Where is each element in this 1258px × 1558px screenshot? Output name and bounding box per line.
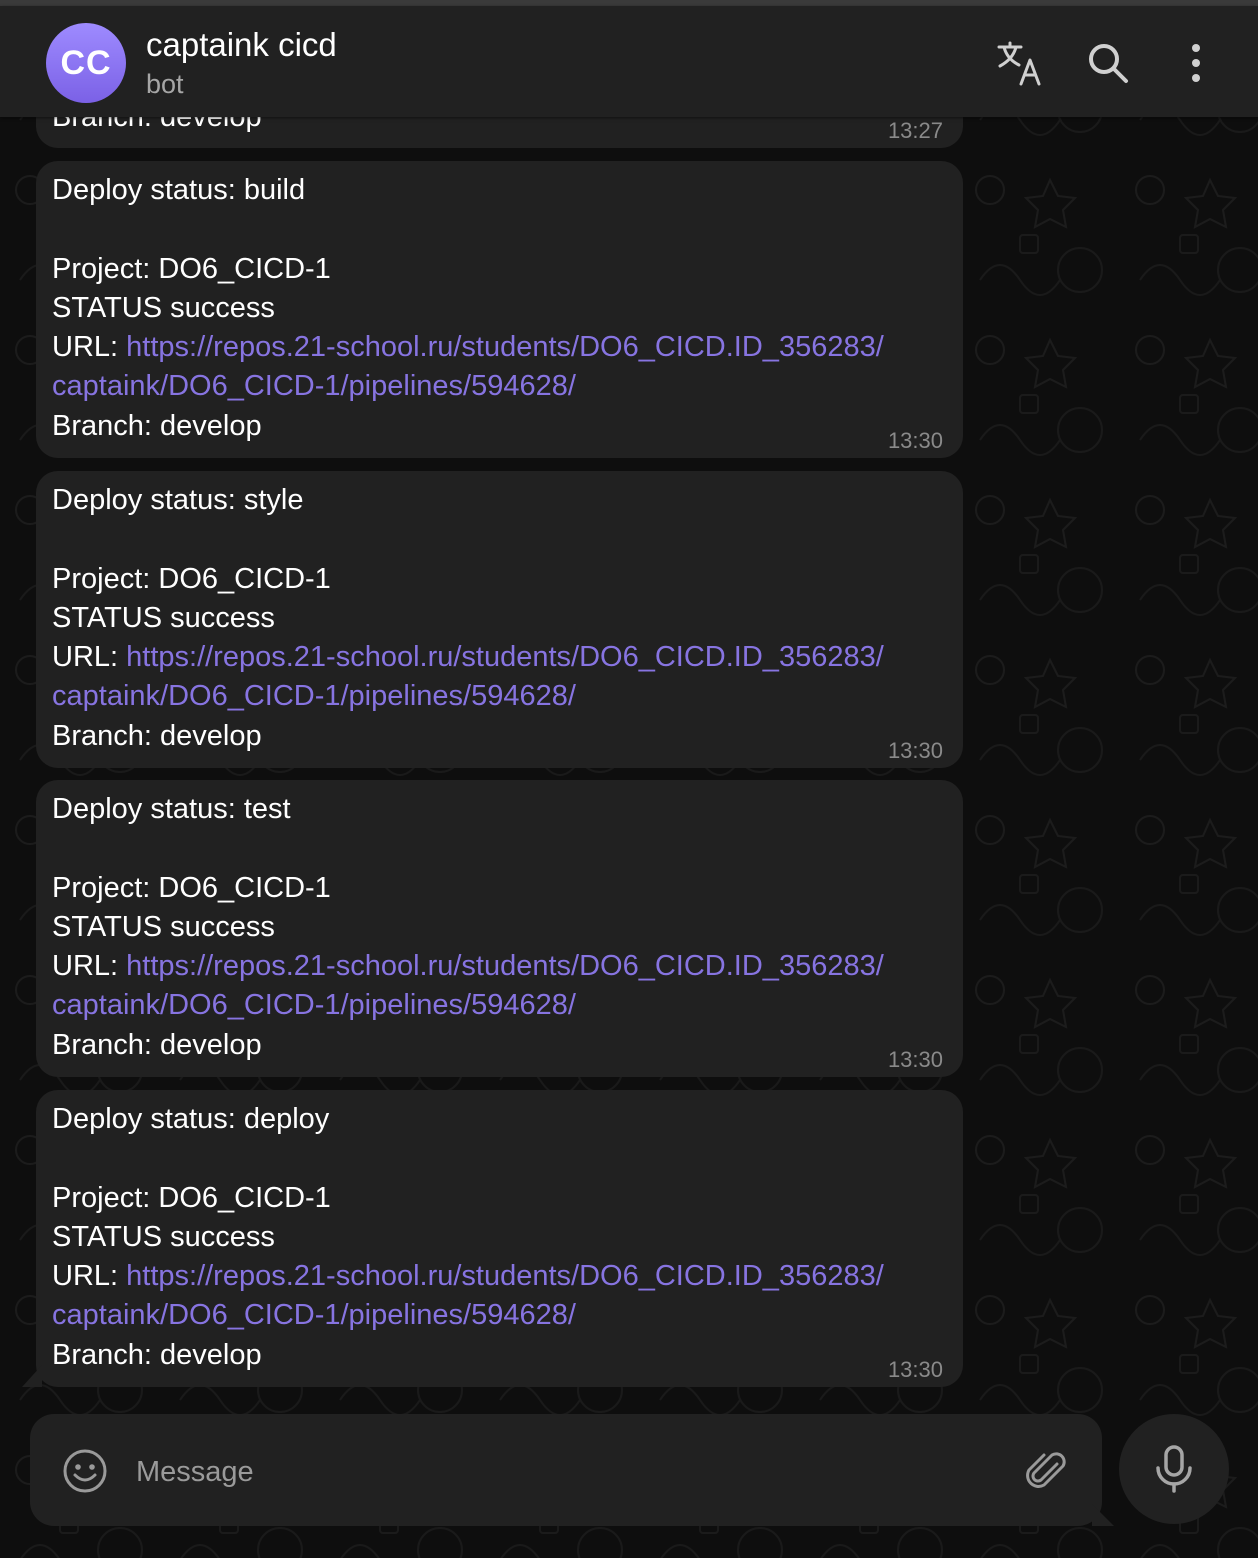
message-branch-line: Branch: develop xyxy=(52,409,262,442)
message-url-link[interactable]: https://repos.21-school.ru/students/DO6_… xyxy=(126,950,884,982)
telegram-chat-window: CC captaink cicd bot Branch: develop 13:… xyxy=(0,0,1258,1558)
message-url-link[interactable]: https://repos.21-school.ru/students/DO6_… xyxy=(126,331,884,363)
paperclip-icon xyxy=(1026,1452,1066,1488)
message-time: 13:30 xyxy=(887,1047,943,1072)
message-status-result: STATUS success xyxy=(52,291,275,324)
message-url-link[interactable]: https://repos.21-school.ru/students/DO6_… xyxy=(126,1260,884,1292)
message-status-line: Deploy status: test xyxy=(52,793,291,825)
message-url-link-continued[interactable]: captaink/DO6_CICD-1/pipelines/594628/ xyxy=(52,989,576,1021)
message-url-label: URL: xyxy=(52,641,127,674)
message-time: 13:30 xyxy=(887,738,943,763)
message-branch-line: Branch: develop xyxy=(52,1028,262,1061)
search-button[interactable] xyxy=(1085,40,1131,86)
message-input[interactable] xyxy=(134,1448,998,1496)
message-url-link-continued[interactable]: captaink/DO6_CICD-1/pipelines/594628/ xyxy=(52,370,576,402)
message-url-link-continued[interactable]: captaink/DO6_CICD-1/pipelines/594628/ xyxy=(52,680,576,712)
voice-record-button[interactable] xyxy=(1119,1414,1229,1524)
more-vertical-icon xyxy=(1192,44,1200,82)
emoji-button[interactable] xyxy=(62,1448,108,1494)
translate-icon xyxy=(997,41,1041,86)
more-options-button[interactable] xyxy=(1173,40,1219,86)
message-project-line: Project: DO6_CICD-1 xyxy=(52,252,331,285)
message-project-line: Project: DO6_CICD-1 xyxy=(52,562,331,595)
avatar[interactable]: CC xyxy=(46,23,126,103)
chat-header: CC captaink cicd bot xyxy=(0,6,1258,117)
message-branch-line: Branch: develop xyxy=(52,1338,262,1371)
message-url-link[interactable]: https://repos.21-school.ru/students/DO6_… xyxy=(126,641,884,673)
translate-button[interactable] xyxy=(996,40,1042,86)
microphone-icon xyxy=(1156,1445,1192,1493)
message-bubble[interactable]: Deploy status: style Project: DO6_CICD-1… xyxy=(36,471,963,768)
message-list: Branch: develop 13:27 Deploy status: bui… xyxy=(0,0,1258,1400)
message-url-label: URL: xyxy=(52,331,127,364)
message-url-label: URL: xyxy=(52,950,127,983)
message-url-label: URL: xyxy=(52,1260,127,1293)
message-status-result: STATUS success xyxy=(52,910,275,943)
message-branch-line: Branch: develop xyxy=(52,719,262,752)
message-status-line: Deploy status: style xyxy=(52,484,304,516)
message-bubble[interactable]: Deploy status: build Project: DO6_CICD-1… xyxy=(36,161,963,458)
message-project-line: Project: DO6_CICD-1 xyxy=(52,871,331,904)
message-status-line: Deploy status: build xyxy=(52,174,306,206)
message-bubble[interactable]: Deploy status: test Project: DO6_CICD-1 … xyxy=(36,780,963,1077)
message-project-line: Project: DO6_CICD-1 xyxy=(52,1181,331,1214)
message-status-line: Deploy status: deploy xyxy=(52,1103,330,1135)
message-time: 13:30 xyxy=(887,1357,943,1382)
message-status-result: STATUS success xyxy=(52,601,275,634)
message-composer xyxy=(30,1414,1102,1526)
attach-button[interactable] xyxy=(1024,1448,1070,1494)
message-time: 13:30 xyxy=(887,428,943,453)
message-url-link-continued[interactable]: captaink/DO6_CICD-1/pipelines/594628/ xyxy=(52,1299,576,1331)
message-time: 13:27 xyxy=(887,118,943,143)
chat-subtitle: bot xyxy=(146,69,184,99)
message-bubble[interactable]: Deploy status: deploy Project: DO6_CICD-… xyxy=(36,1090,963,1387)
message-status-result: STATUS success xyxy=(52,1220,275,1253)
search-icon xyxy=(1089,44,1128,83)
chat-title[interactable]: captaink cicd xyxy=(146,26,337,64)
emoji-icon xyxy=(63,1449,107,1493)
